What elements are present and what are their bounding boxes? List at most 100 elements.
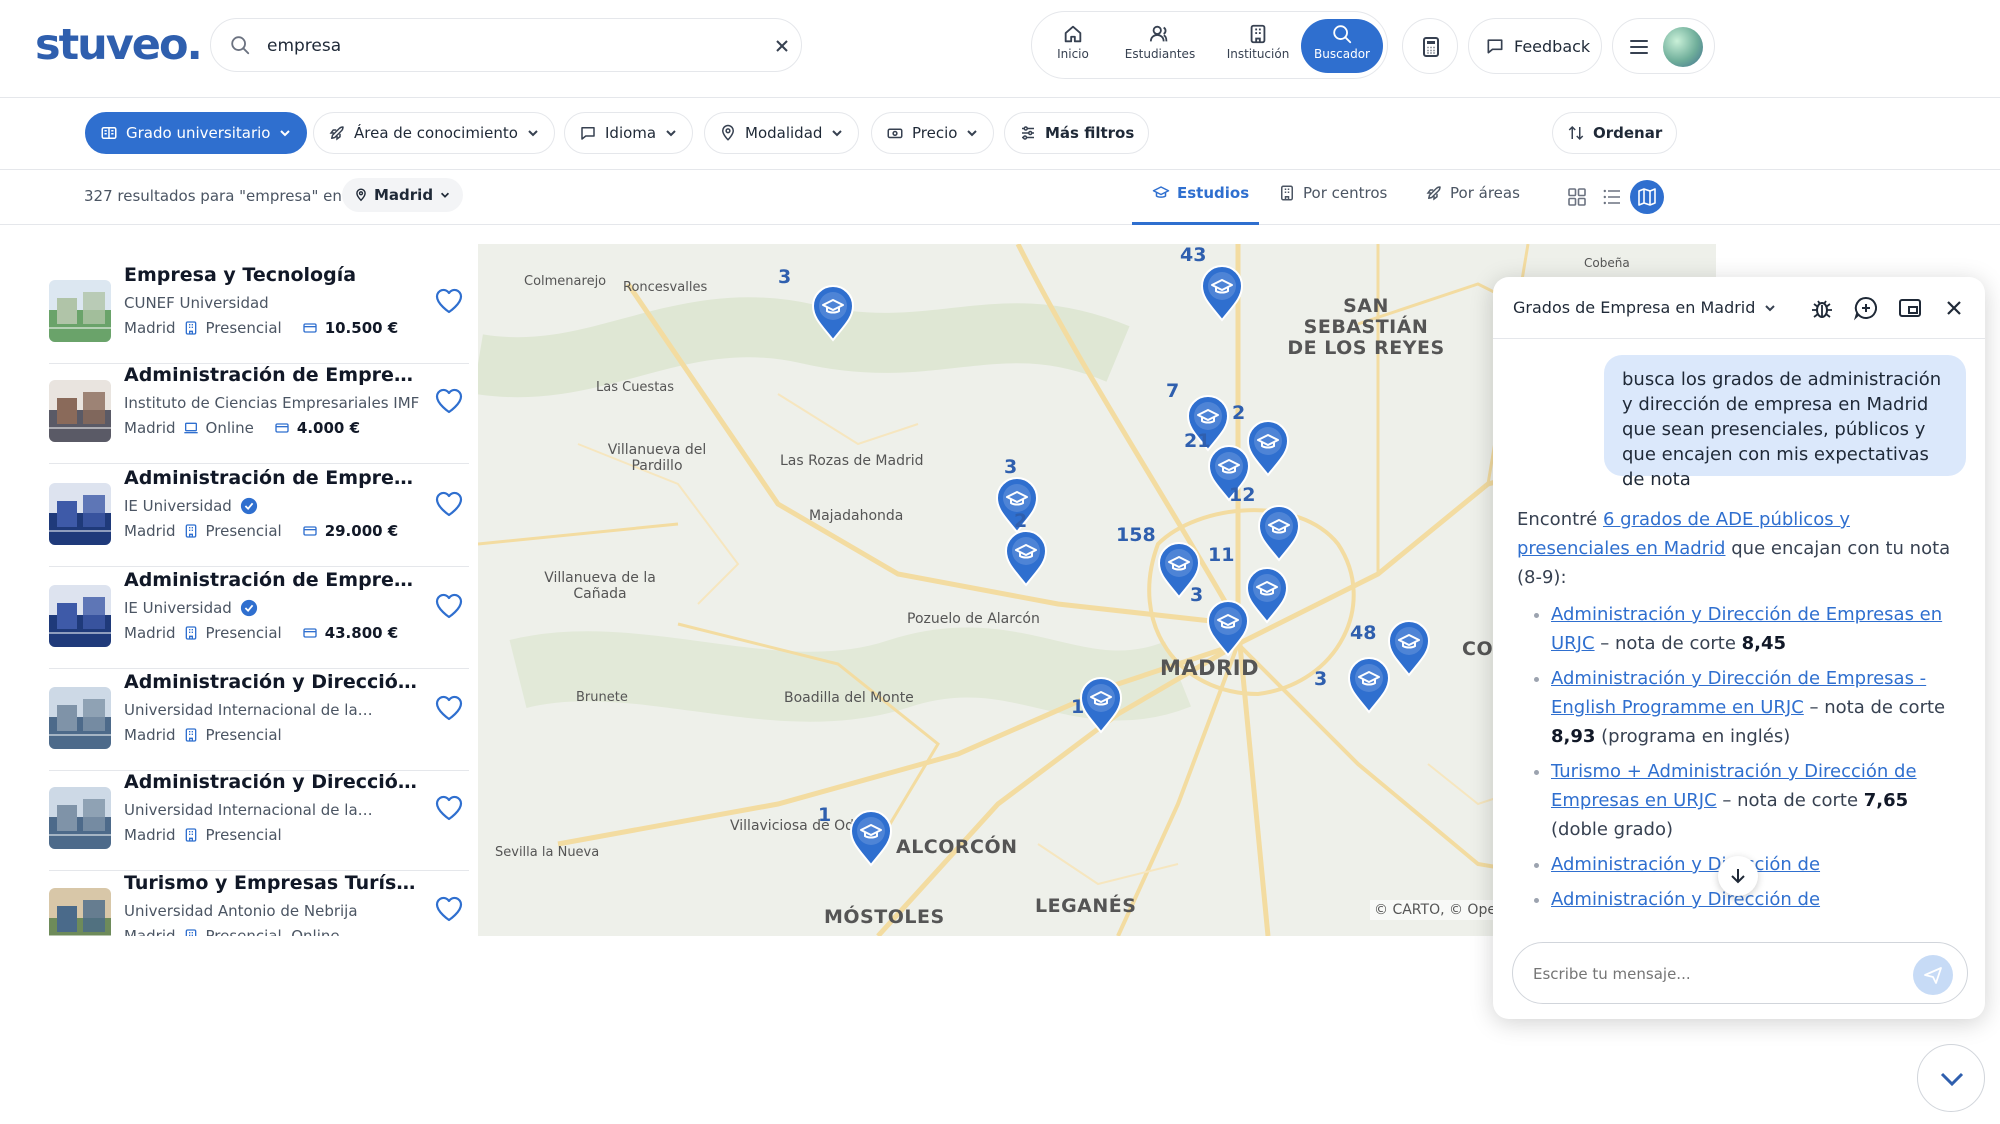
result-card[interactable]: Administración de Empresas Instituto de C…: [49, 364, 469, 464]
sliders-icon: [1022, 126, 1034, 140]
map-pin[interactable]: [1003, 529, 1049, 587]
map-pin[interactable]: [1205, 599, 1251, 657]
chevron-down-icon: [967, 130, 978, 137]
hamburger-icon: [1630, 40, 1648, 54]
favorite-heart-icon[interactable]: [434, 386, 464, 416]
favorite-heart-icon[interactable]: [434, 793, 464, 823]
scroll-down-button[interactable]: [1718, 856, 1758, 896]
sort-icon: [1568, 125, 1584, 141]
price-icon: [275, 423, 289, 433]
search-input[interactable]: [267, 31, 737, 61]
tab-estudios[interactable]: Estudios: [1152, 184, 1249, 202]
map-pin[interactable]: [810, 284, 856, 342]
result-university: CUNEF Universidad: [124, 294, 269, 312]
cluster-count: 21: [1184, 430, 1211, 452]
send-button[interactable]: [1913, 955, 1953, 995]
map-pin[interactable]: [1078, 676, 1124, 734]
tab-por-areas[interactable]: Por áreas: [1425, 184, 1520, 202]
result-title[interactable]: Administración de Empresas: [124, 569, 424, 591]
filter-label: Grado universitario: [126, 124, 271, 142]
result-card[interactable]: Administración de Empresas IE Universidad…: [49, 467, 469, 567]
close-icon[interactable]: [1941, 295, 1967, 321]
new-chat-icon[interactable]: [1853, 295, 1879, 321]
favorite-heart-icon[interactable]: [434, 286, 464, 316]
grid-view-button[interactable]: [1560, 180, 1594, 214]
stuveo-logo[interactable]: stuveo.: [35, 20, 203, 70]
favorite-heart-icon[interactable]: [434, 591, 464, 621]
filter-precio[interactable]: Precio: [871, 112, 995, 154]
location-selector[interactable]: Madrid: [342, 178, 464, 212]
university-name: Universidad Antonio de Nebrija: [124, 902, 358, 920]
filter-grado-universitario[interactable]: Grado universitario: [85, 112, 308, 154]
calculator-button[interactable]: [1402, 18, 1458, 74]
result-thumbnail[interactable]: [49, 687, 111, 749]
list-icon: [1603, 189, 1620, 205]
filter-modalidad[interactable]: Modalidad: [704, 112, 860, 154]
result-card[interactable]: Administración y Dirección de… Universida…: [49, 771, 469, 871]
result-modality: Presencial, Online: [205, 927, 340, 936]
result-link[interactable]: Administración y Dirección de: [1551, 889, 1820, 910]
active-tab-indicator: [1132, 222, 1259, 225]
favorite-heart-icon[interactable]: [434, 894, 464, 924]
result-thumbnail[interactable]: [49, 585, 111, 647]
filter-label: Más filtros: [1045, 124, 1135, 142]
chat-title-selector[interactable]: Grados de Empresa en Madrid: [1513, 298, 1777, 317]
result-title[interactable]: Administración y Dirección de…: [124, 671, 424, 693]
map-place-label: Villanueva de la Cañada: [544, 570, 656, 602]
result-thumbnail[interactable]: [49, 483, 111, 545]
sort-button[interactable]: Ordenar: [1552, 112, 1678, 154]
chat-input[interactable]: [1533, 959, 1903, 989]
bug-icon[interactable]: [1809, 295, 1835, 321]
result-link[interactable]: Administración y Dirección de: [1551, 854, 1820, 875]
window-mode-icon[interactable]: [1897, 295, 1923, 321]
result-title[interactable]: Administración de Empresas: [124, 467, 424, 489]
user-menu[interactable]: [1612, 18, 1715, 74]
result-thumbnail[interactable]: [49, 380, 111, 442]
result-card[interactable]: Administración de Empresas IE Universidad…: [49, 569, 469, 669]
users-icon: [1149, 25, 1168, 42]
map-pin[interactable]: [1256, 504, 1302, 562]
nav-estudiantes[interactable]: Estudiantes: [1112, 19, 1208, 73]
favorite-heart-icon[interactable]: [434, 693, 464, 723]
map-pin[interactable]: [848, 809, 894, 867]
filter-idioma[interactable]: Idioma: [564, 112, 694, 154]
map-pin[interactable]: [1386, 619, 1432, 677]
chevron-down-icon: [1940, 1072, 1964, 1087]
building-icon: [185, 828, 196, 842]
clear-search-icon[interactable]: [771, 35, 793, 57]
university-name: Instituto de Ciencias Empresariales IMF: [124, 394, 420, 412]
result-card[interactable]: Administración y Dirección de… Universida…: [49, 671, 469, 771]
result-title[interactable]: Turismo y Empresas Turísticas: [124, 872, 424, 894]
tab-por-centros[interactable]: Por centros: [1278, 184, 1387, 202]
result-modality: Online: [205, 419, 254, 437]
result-extra: (doble grado): [1551, 819, 1674, 840]
result-university: Universidad Internacional de la…: [124, 701, 373, 719]
avatar[interactable]: [1663, 27, 1703, 67]
map-pin[interactable]: [1199, 264, 1245, 322]
nav-inicio[interactable]: Inicio: [1042, 19, 1104, 73]
result-thumbnail[interactable]: [49, 888, 111, 936]
nav-buscador[interactable]: Buscador: [1301, 19, 1383, 73]
filter-mas-filtros[interactable]: Más filtros: [1004, 112, 1150, 154]
result-card[interactable]: Empresa y Tecnología CUNEF Universidad Mad…: [49, 264, 469, 364]
map-view-button[interactable]: [1630, 180, 1664, 214]
nav-institucion[interactable]: Institución: [1212, 19, 1304, 73]
result-modality: Presencial: [205, 319, 282, 337]
filter-area-conocimiento[interactable]: Área de conocimiento: [313, 112, 555, 154]
result-thumbnail[interactable]: [49, 280, 111, 342]
scroll-page-down-button[interactable]: [1917, 1044, 1985, 1112]
map-pin[interactable]: [1346, 656, 1392, 714]
result-title[interactable]: Administración de Empresas: [124, 364, 424, 386]
feedback-button[interactable]: Feedback: [1468, 18, 1602, 74]
favorite-heart-icon[interactable]: [434, 489, 464, 519]
result-price: 29.000 €: [324, 522, 399, 540]
list-view-button[interactable]: [1595, 180, 1629, 214]
map-icon: [1638, 188, 1656, 206]
result-university: Universidad Antonio de Nebrija: [124, 902, 358, 920]
verified-badge-icon: [240, 599, 257, 617]
map-place-label: Las Cuestas: [596, 380, 675, 395]
result-card[interactable]: Turismo y Empresas Turísticas Universidad…: [49, 872, 469, 936]
result-thumbnail[interactable]: [49, 787, 111, 849]
result-title[interactable]: Administración y Dirección de…: [124, 771, 424, 793]
result-title[interactable]: Empresa y Tecnología: [124, 264, 424, 286]
